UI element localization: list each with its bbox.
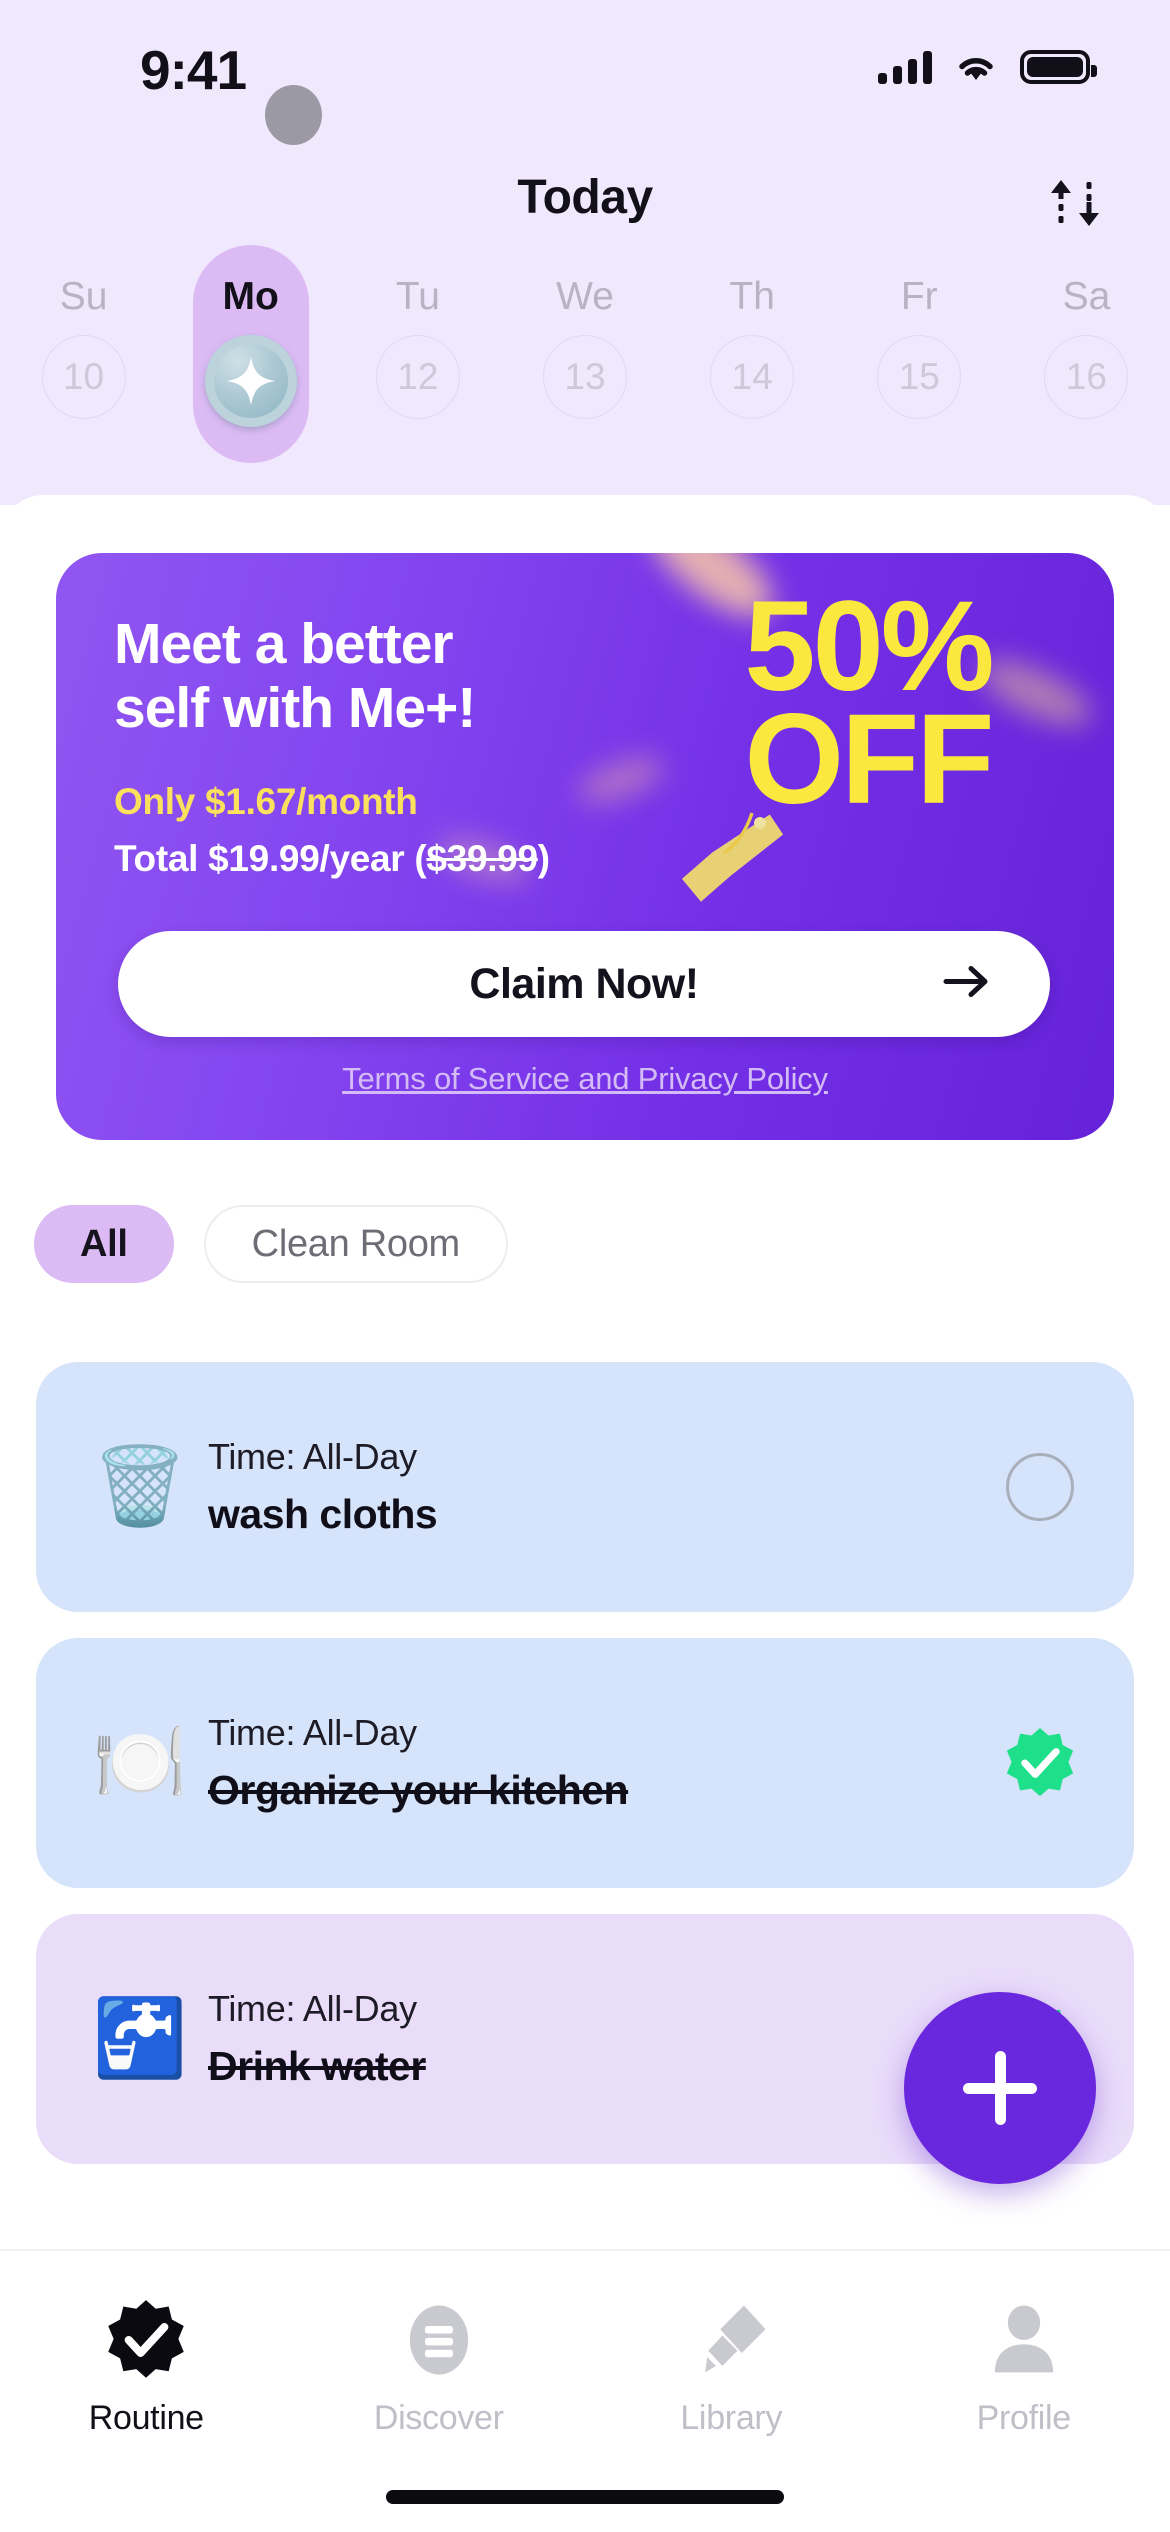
promo-headline-line1: Meet a better bbox=[114, 612, 454, 676]
task-text: Time: All-Day Drink water bbox=[208, 1988, 1004, 2090]
plus-icon-vertical bbox=[994, 2051, 1006, 2125]
promo-old-price: $39.99 bbox=[426, 838, 538, 879]
promo-banner[interactable]: Meet a better self with Me+! Only $1.67/… bbox=[56, 553, 1114, 1140]
bottom-tab-bar: Routine Discover Library Profile bbox=[0, 2249, 1170, 2532]
arrow-right-icon bbox=[942, 962, 992, 1007]
tab-label: Discover bbox=[373, 2399, 504, 2437]
day-name: Su bbox=[59, 275, 108, 318]
day-cell-tu[interactable]: Tu 12 bbox=[334, 275, 501, 465]
day-name: Th bbox=[729, 275, 775, 318]
tab-library[interactable]: Library bbox=[585, 2299, 878, 2438]
task-row[interactable]: 🍽️ Time: All-Day Organize your kitchen bbox=[36, 1638, 1134, 1888]
sort-arrows-icon bbox=[1051, 180, 1099, 226]
list-circle-icon bbox=[398, 2299, 480, 2381]
filter-chip-all[interactable]: All bbox=[34, 1205, 174, 1283]
price-tag-icon bbox=[668, 793, 788, 913]
day-number: 16 bbox=[1044, 335, 1129, 419]
home-indicator bbox=[386, 2490, 784, 2504]
promo-headline: Meet a better self with Me+! bbox=[114, 612, 654, 741]
star-medal-icon bbox=[204, 335, 297, 427]
task-title: Organize your kitchen bbox=[208, 1767, 629, 1813]
status-bar-time: 9:41 bbox=[140, 39, 247, 101]
task-checkbox[interactable] bbox=[1004, 1727, 1076, 1799]
cellular-signal-icon bbox=[878, 50, 932, 84]
day-cell-mo-selected[interactable]: Mo bbox=[167, 245, 334, 465]
tab-discover[interactable]: Discover bbox=[293, 2299, 586, 2438]
task-time: Time: All-Day bbox=[208, 1988, 417, 2029]
battery-icon bbox=[1020, 50, 1097, 84]
filter-chips: All Clean Room bbox=[34, 1205, 508, 1283]
status-bar-icons bbox=[878, 50, 1097, 84]
app-screen: 9:41 Today Su 10 Mo Tu 12 We 13 Th 14 Fr… bbox=[0, 0, 1170, 2532]
task-title: Drink water bbox=[208, 2043, 426, 2089]
header-area: 9:41 Today Su 10 Mo Tu 12 We 13 Th 14 Fr… bbox=[0, 0, 1170, 505]
day-number: 15 bbox=[877, 335, 962, 419]
promo-discount: 50% OFF bbox=[658, 575, 1078, 823]
task-row[interactable]: 🗑️ Time: All-Day wash cloths bbox=[36, 1362, 1134, 1612]
tab-routine[interactable]: Routine bbox=[0, 2299, 293, 2438]
tab-profile[interactable]: Profile bbox=[878, 2299, 1170, 2438]
badge-check-icon bbox=[105, 2299, 187, 2381]
page-title: Today bbox=[517, 171, 653, 224]
filter-chip-clean-room[interactable]: Clean Room bbox=[203, 1205, 508, 1283]
checked-badge-icon bbox=[1006, 1727, 1074, 1797]
dynamic-island-camera bbox=[265, 85, 322, 145]
promo-monthly-price: Only $1.67/month bbox=[114, 781, 418, 822]
promo-total-suffix: ) bbox=[537, 838, 550, 879]
status-bar: 9:41 bbox=[0, 0, 1170, 145]
day-cell-th[interactable]: Th 14 bbox=[669, 275, 836, 465]
tab-label: Library bbox=[680, 2399, 783, 2437]
tab-label: Profile bbox=[976, 2399, 1072, 2437]
wifi-icon bbox=[954, 50, 998, 84]
plate-with-cutlery-icon: 🍽️ bbox=[92, 1720, 188, 1805]
day-name: Sa bbox=[1062, 275, 1111, 318]
tab-label: Routine bbox=[88, 2399, 204, 2437]
day-cell-we[interactable]: We 13 bbox=[501, 275, 668, 465]
day-number: 10 bbox=[41, 335, 126, 419]
sort-button[interactable] bbox=[1035, 168, 1115, 238]
day-name: Mo bbox=[222, 275, 279, 318]
wastebasket-icon: 🗑️ bbox=[92, 1444, 188, 1529]
promo-headline-line2: self with Me+! bbox=[114, 675, 476, 740]
promo-discount-percent: 50% bbox=[744, 575, 994, 718]
confetti-blur-3 bbox=[572, 748, 670, 812]
person-icon bbox=[983, 2299, 1065, 2381]
promo-total-prefix: Total $19.99/year ( bbox=[114, 838, 427, 879]
task-text: Time: All-Day wash cloths bbox=[208, 1436, 1004, 1538]
claim-now-label: Claim Now! bbox=[469, 959, 699, 1008]
task-text: Time: All-Day Organize your kitchen bbox=[208, 1712, 1004, 1814]
day-cell-su[interactable]: Su 10 bbox=[0, 275, 167, 465]
day-name: Tu bbox=[395, 275, 440, 318]
task-checkbox[interactable] bbox=[1004, 1451, 1076, 1523]
day-number: 13 bbox=[542, 335, 627, 419]
day-name: We bbox=[556, 275, 614, 318]
week-strip: Su 10 Mo Tu 12 We 13 Th 14 Fr 15 Sa 16 bbox=[0, 245, 1170, 465]
task-title: wash cloths bbox=[208, 1491, 438, 1537]
potable-water-icon: 🚰 bbox=[92, 1996, 188, 2081]
task-time: Time: All-Day bbox=[208, 1436, 417, 1477]
four-point-star-icon bbox=[226, 356, 275, 406]
day-number: 14 bbox=[710, 335, 795, 419]
day-cell-fr[interactable]: Fr 15 bbox=[836, 275, 1003, 465]
task-time: Time: All-Day bbox=[208, 1712, 417, 1753]
unchecked-circle-icon bbox=[1006, 1453, 1074, 1521]
diamond-pen-icon bbox=[690, 2299, 772, 2381]
claim-now-button[interactable]: Claim Now! bbox=[118, 931, 1050, 1037]
terms-link[interactable]: Terms of Service and Privacy Policy bbox=[56, 1061, 1114, 1097]
add-task-fab[interactable] bbox=[904, 1992, 1096, 2184]
day-cell-sa[interactable]: Sa 16 bbox=[1003, 275, 1170, 465]
promo-total-price: Total $19.99/year ($39.99) bbox=[114, 838, 550, 880]
day-number: 12 bbox=[375, 335, 460, 419]
day-name: Fr bbox=[900, 275, 938, 318]
